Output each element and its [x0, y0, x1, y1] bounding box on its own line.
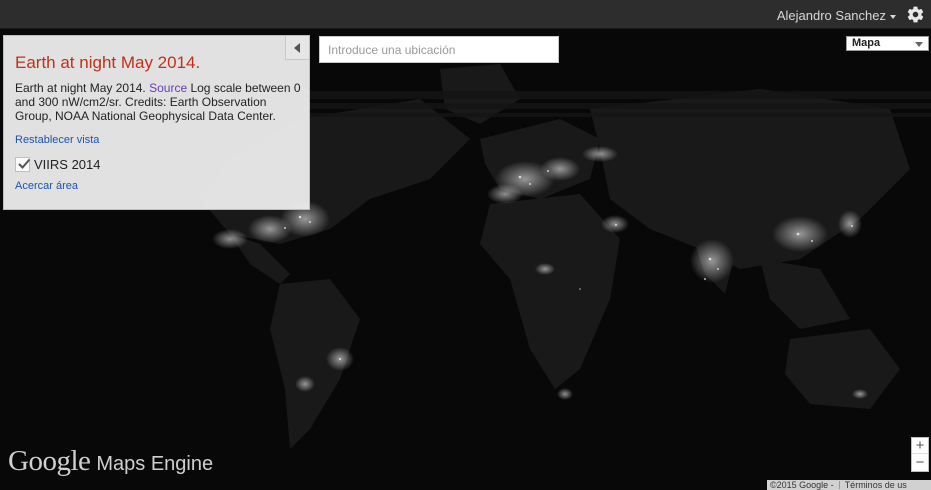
layer-checkbox[interactable]	[15, 157, 31, 172]
map-attribution: ©2015 Google - Términos de us	[767, 480, 931, 490]
zoom-in-button[interactable]: +	[912, 438, 928, 454]
source-link[interactable]: Source	[149, 81, 187, 95]
collapse-left-icon	[294, 43, 300, 53]
info-panel: Earth at night May 2014. Earth at night …	[3, 35, 310, 210]
zoom-to-area-link[interactable]: Acercar área	[15, 180, 78, 192]
user-menu[interactable]: Alejandro Sanchez	[777, 8, 896, 23]
map-type-select[interactable]: Mapa	[846, 36, 929, 51]
search-input[interactable]	[319, 36, 559, 63]
description-text: Earth at night May 2014.	[15, 81, 150, 95]
logo-google-text: Google	[8, 445, 91, 477]
chevron-down-icon	[890, 14, 896, 19]
collapse-panel-button[interactable]	[285, 36, 309, 60]
copyright-text: ©2015 Google -	[770, 480, 834, 490]
user-name: Alejandro Sanchez	[776, 8, 886, 23]
google-maps-engine-logo: Google Maps Engine	[8, 445, 213, 478]
layer-row: VIIRS 2014	[15, 157, 101, 172]
checkmark-icon	[18, 158, 31, 169]
zoom-control: + −	[911, 437, 929, 472]
separator	[838, 481, 840, 489]
reset-view-link[interactable]: Restablecer vista	[15, 134, 99, 146]
panel-title: Earth at night May 2014.	[15, 53, 201, 72]
layer-label: VIIRS 2014	[34, 157, 101, 172]
panel-description: Earth at night May 2014. Source Log scal…	[15, 81, 305, 123]
top-bar: Alejandro Sanchez	[0, 0, 931, 29]
terms-link[interactable]: Términos de us	[842, 480, 910, 490]
map-type-value: Mapa	[852, 37, 881, 49]
gear-icon[interactable]	[906, 5, 925, 24]
logo-product-text: Maps Engine	[96, 453, 214, 475]
zoom-out-button[interactable]: −	[912, 455, 928, 471]
chevron-down-icon	[915, 42, 923, 47]
